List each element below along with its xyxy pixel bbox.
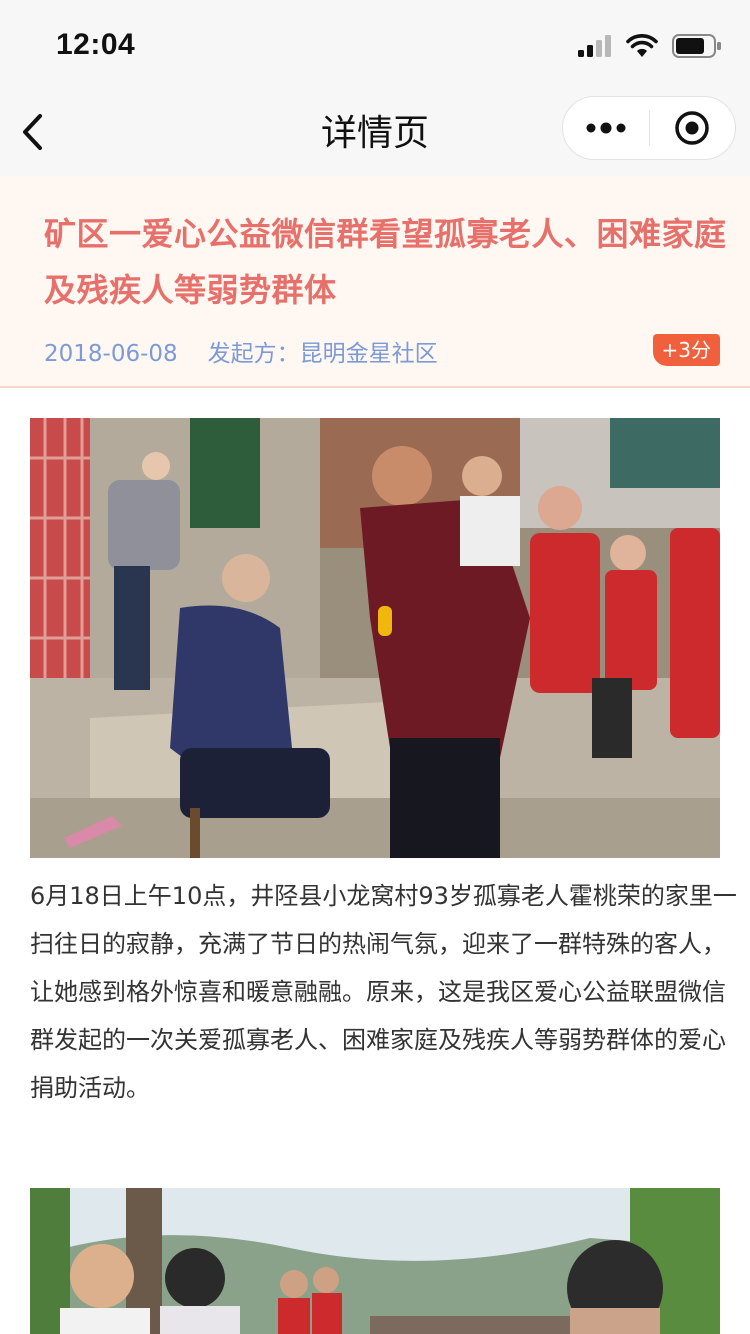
- navigation-bar: 详情页: [0, 92, 750, 176]
- organizer-name: 昆明金星社区: [299, 341, 438, 367]
- article-paragraph: 6月18日上午10点，井陉县小龙窝村93岁孤寡老人霍桃荣的家里一扫往日的寂静，充…: [30, 882, 737, 1102]
- battery-icon: [672, 34, 721, 58]
- status-icons: [578, 30, 722, 62]
- organizer-label: 发起方：: [207, 341, 300, 367]
- article-date: 2018-06-08: [44, 341, 178, 367]
- article-photo-2: [30, 1188, 720, 1334]
- status-time: 12:04: [56, 28, 136, 61]
- points-badge: +3分: [652, 334, 720, 366]
- article-title: 矿区一爱心公益微信群看望孤寡老人、困难家庭及残疾人等弱势群体: [44, 215, 727, 309]
- article-meta: 2018-06-08 发起方：昆明金星社区: [44, 334, 438, 368]
- more-button[interactable]: [563, 97, 649, 159]
- wifi-icon: [626, 34, 658, 57]
- signal-icon: [578, 35, 611, 57]
- menu-capsule: [562, 96, 736, 160]
- more-icon: [586, 122, 626, 134]
- article-header: 矿区一爱心公益微信群看望孤寡老人、困难家庭及残疾人等弱势群体 2018-06-0…: [0, 176, 750, 388]
- article-photo-1: [30, 418, 720, 858]
- close-miniprogram-button[interactable]: [650, 97, 736, 159]
- target-icon: [675, 111, 709, 145]
- status-bar: 12:04: [0, 0, 750, 92]
